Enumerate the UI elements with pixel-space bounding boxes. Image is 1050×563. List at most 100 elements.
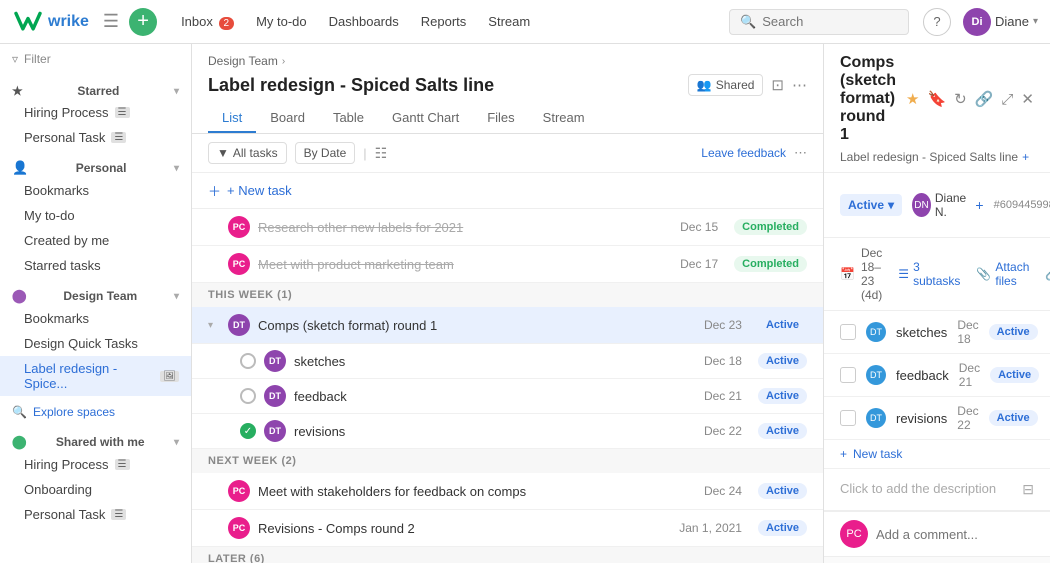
sidebar-item-hiring-process-shared[interactable]: Hiring Process ☰ [0, 452, 191, 477]
avatar: DT [264, 385, 286, 407]
search-input[interactable] [762, 14, 898, 29]
nav-dashboards[interactable]: Dashboards [319, 10, 409, 33]
personal-section-header[interactable]: 👤 Personal ▾ [0, 154, 191, 178]
checkbox[interactable] [840, 410, 856, 426]
add-task-row[interactable]: ＋ + New task [192, 173, 823, 209]
sidebar-section-design-team: ⬤ Design Team ▾ Bookmarks Design Quick T… [0, 282, 191, 396]
all-tasks-filter[interactable]: ▼ All tasks [208, 142, 287, 164]
rp-breadcrumb-add[interactable]: + [1022, 150, 1029, 164]
list-item[interactable]: ✓ DT revisions Dec 22 Active [192, 414, 823, 449]
table-row[interactable]: PC Meet with stakeholders for feedback o… [192, 473, 823, 510]
more-options-icon[interactable]: ⋯ [794, 145, 807, 161]
tab-list[interactable]: List [208, 104, 256, 133]
checkbox[interactable] [240, 353, 256, 369]
shared-section-header[interactable]: ⬤ Shared with me ▾ [0, 428, 191, 452]
avatar: DT [264, 350, 286, 372]
sidebar-item-created-by-me[interactable]: Created by me [0, 228, 191, 253]
sidebar-item-hiring-process-starred[interactable]: Hiring Process ☰ [0, 100, 191, 125]
tab-board[interactable]: Board [256, 104, 319, 133]
star-icon[interactable]: ★ [906, 90, 919, 108]
dependencies-button[interactable]: 🔗 4 dependencies [1045, 260, 1050, 288]
nav-links: Inbox 2 My to-do Dashboards Reports Stre… [171, 10, 540, 33]
sidebar-item-personal-task-starred[interactable]: Personal Task ☰ [0, 125, 191, 150]
status-badge: Completed [734, 256, 807, 272]
date-range[interactable]: 📅 Dec 18–23 (4d) [840, 246, 882, 302]
sidebar-item-bookmarks-design[interactable]: Bookmarks [0, 306, 191, 331]
checkbox[interactable]: ✓ [240, 423, 256, 439]
refresh-icon[interactable]: ↻ [954, 90, 967, 108]
title-actions: 👥 Shared ⊡ ⋯ [688, 74, 807, 96]
columns-icon[interactable]: ☷ [375, 145, 388, 162]
subtasks-button[interactable]: ☰ 3 subtasks [898, 260, 960, 288]
sidebar-item-onboarding[interactable]: Onboarding [0, 477, 191, 502]
nav-reports[interactable]: Reports [411, 10, 477, 33]
chevron-down-icon: ▾ [174, 291, 179, 302]
sidebar-item-bookmarks-personal[interactable]: Bookmarks [0, 178, 191, 203]
section-this-week: THIS WEEK (1) [192, 283, 823, 307]
bookmark-icon[interactable]: 🔖 [927, 90, 946, 108]
checkbox[interactable] [840, 324, 856, 340]
table-row[interactable]: PC Meet with product marketing team Dec … [192, 246, 823, 283]
tab-files[interactable]: Files [473, 104, 528, 133]
sidebar-item-personal-task-shared[interactable]: Personal Task ☰ [0, 502, 191, 527]
logo[interactable]: wrike [12, 10, 89, 34]
close-icon[interactable]: ✕ [1021, 90, 1034, 108]
tab-stream[interactable]: Stream [529, 104, 599, 133]
nav-stream[interactable]: Stream [478, 10, 540, 33]
task-list-container: ▼ All tasks By Date | ☷ Leave feedback ⋯… [192, 134, 823, 563]
list-item[interactable]: DT feedback Dec 21 Active [824, 354, 1050, 397]
checkbox[interactable] [840, 367, 856, 383]
link-icon[interactable]: 🔗 [975, 90, 994, 108]
subtasks-icon: ☰ [898, 267, 909, 281]
tab-gantt[interactable]: Gantt Chart [378, 104, 473, 133]
sidebar-item-explore-spaces[interactable]: 🔍 Explore spaces [0, 400, 191, 424]
user-menu[interactable]: Di Diane ▾ [963, 8, 1038, 36]
search-box[interactable]: 🔍 [729, 9, 909, 35]
table-row[interactable]: ▾ DT Comps (sketch format) round 1 Dec 2… [192, 307, 823, 344]
starred-section-header[interactable]: ★ Starred ▾ [0, 78, 191, 100]
design-team-section-header[interactable]: ⬤ Design Team ▾ [0, 282, 191, 306]
hamburger-icon[interactable]: ☰ [103, 11, 119, 32]
tab-table[interactable]: Table [319, 104, 378, 133]
leave-feedback-button[interactable]: Leave feedback [701, 146, 786, 160]
shared-button[interactable]: 👥 Shared [688, 74, 764, 96]
table-row[interactable]: PC Research other new labels for 2021 De… [192, 209, 823, 246]
sidebar-section-personal: 👤 Personal ▾ Bookmarks My to-do Created … [0, 154, 191, 278]
comment-input[interactable] [876, 527, 1050, 542]
status-dropdown[interactable]: Active ▾ [840, 194, 902, 216]
sidebar-item-label-redesign[interactable]: Label redesign - Spice... 🖼 [0, 356, 191, 396]
status-badge: Active [989, 324, 1038, 340]
more-options-icon[interactable]: ⋯ [792, 76, 807, 94]
sidebar-item-design-quick-tasks[interactable]: Design Quick Tasks [0, 331, 191, 356]
description-field[interactable]: Click to add the description ⊟ [824, 469, 1050, 511]
separator: | [363, 146, 366, 161]
nav-inbox[interactable]: Inbox 2 [171, 10, 244, 33]
breadcrumb-link[interactable]: Design Team [208, 54, 278, 68]
filter-button[interactable]: ▿ Filter [0, 44, 191, 74]
filter-icon[interactable]: ⊟ [1022, 481, 1034, 498]
expand-icon[interactable]: ⤢ [1001, 91, 1013, 108]
rp-breadcrumb-link[interactable]: Label redesign - Spiced Salts line [840, 150, 1018, 164]
assignee-area[interactable]: DN Diane N. + [912, 191, 984, 219]
help-button[interactable]: ? [923, 8, 951, 36]
list-item[interactable]: DT revisions Dec 22 Active [824, 397, 1050, 440]
copy-icon[interactable]: ⊡ [771, 76, 784, 94]
checkbox[interactable] [240, 388, 256, 404]
sidebar-item-starred-tasks[interactable]: Starred tasks [0, 253, 191, 278]
list-item[interactable]: DT sketches Dec 18 Active [192, 344, 823, 379]
list-item[interactable]: DT sketches Dec 18 Active [824, 311, 1050, 354]
plus-icon[interactable]: + [975, 197, 983, 213]
table-row[interactable]: PC Revisions - Comps round 2 Jan 1, 2021… [192, 510, 823, 547]
nav-mytodo[interactable]: My to-do [246, 10, 317, 33]
chevron-down-icon: ▾ [174, 437, 179, 448]
attach-files-button[interactable]: 📎 Attach files [976, 260, 1029, 288]
left-panel-header: Design Team › Label redesign - Spiced Sa… [192, 44, 823, 134]
by-date-filter[interactable]: By Date [295, 142, 356, 164]
sidebar-item-mytodo[interactable]: My to-do [0, 203, 191, 228]
list-item[interactable]: DT feedback Dec 21 Active [192, 379, 823, 414]
status-badge: Active [989, 410, 1038, 426]
doc-badge: ☰ [111, 509, 126, 520]
add-button[interactable]: + [129, 8, 157, 36]
share-icon: 👥 [697, 78, 712, 92]
add-subtask-button[interactable]: + New task [824, 440, 1050, 469]
